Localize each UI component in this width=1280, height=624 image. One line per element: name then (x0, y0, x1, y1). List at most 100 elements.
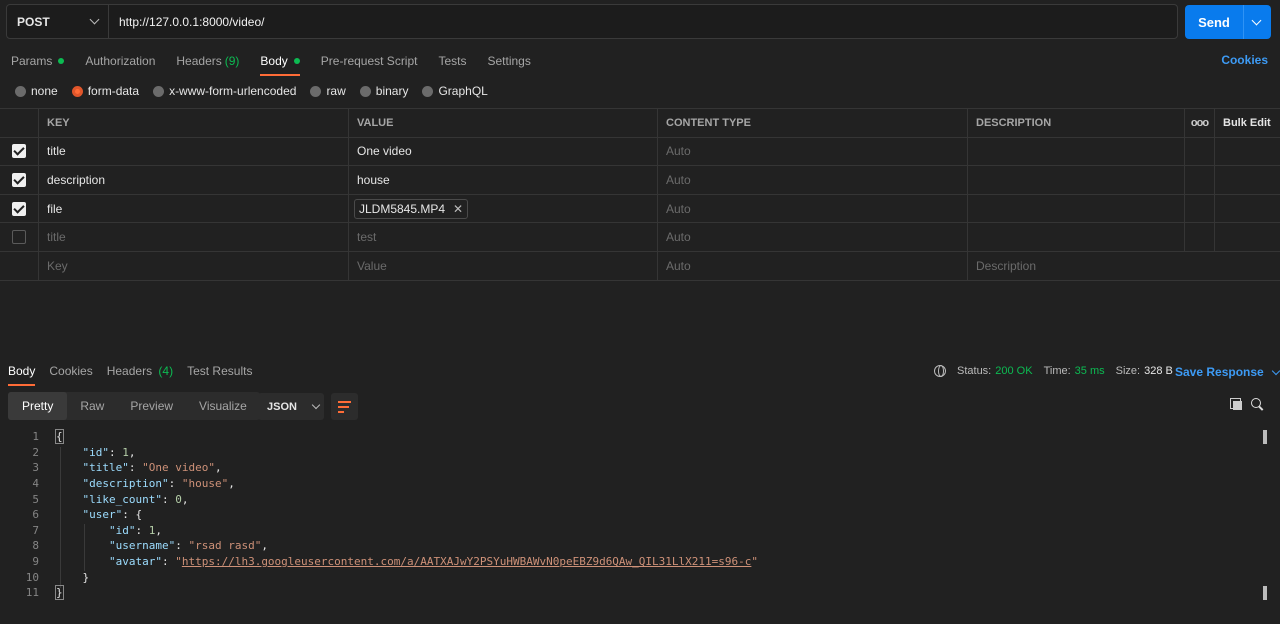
tab-params[interactable]: Params (11, 52, 65, 70)
value-placeholder[interactable]: Value (349, 251, 658, 280)
body-type-binary[interactable]: binary (359, 84, 408, 98)
response-body-code[interactable]: 1{ 2 "id": 1, 3 "title": "One video", 4 … (0, 429, 1260, 601)
body-type-form-data[interactable]: form-data (71, 84, 139, 98)
more-options-icon[interactable]: ooo (1185, 109, 1215, 137)
checkbox-unchecked-icon[interactable] (12, 230, 26, 245)
close-icon[interactable]: ✕ (453, 202, 463, 216)
scrollbar-thumb[interactable] (1263, 430, 1267, 444)
key-cell[interactable]: title (39, 223, 349, 251)
view-pretty[interactable]: Pretty (8, 392, 68, 420)
body-type-raw[interactable]: raw (310, 84, 346, 98)
table-header-row: KEY VALUE CONTENT TYPE DESCRIPTION ooo B… (0, 109, 1280, 138)
body-type-options: none form-data x-www-form-urlencoded raw… (15, 84, 502, 98)
time-value[interactable]: 35 ms (1075, 365, 1105, 377)
code-line: 8 "username": "rsad rasd", (0, 538, 1260, 554)
code-line: 7 "id": 1, (0, 523, 1260, 539)
copy-icon[interactable] (1230, 398, 1243, 411)
chevron-down-icon (1271, 366, 1280, 375)
tab-pre-request-script[interactable]: Pre-request Script (321, 52, 418, 70)
view-raw[interactable]: Raw (67, 392, 117, 420)
key-cell[interactable]: description (39, 166, 349, 194)
content-type-cell[interactable]: Auto (658, 223, 968, 251)
row-spacer (1185, 166, 1215, 194)
line-number: 5 (32, 492, 39, 506)
cookies-link[interactable]: Cookies (1221, 53, 1268, 67)
description-cell[interactable] (968, 137, 1185, 166)
value-cell[interactable]: JLDM5845.MP4 ✕ (349, 194, 658, 223)
description-cell[interactable] (968, 166, 1185, 194)
content-type-cell[interactable]: Auto (658, 137, 968, 166)
body-type-none[interactable]: none (15, 84, 58, 98)
size-label: Size: (1115, 365, 1141, 377)
row-check-cell (0, 194, 39, 223)
wrap-lines-icon[interactable] (331, 393, 358, 420)
resp-tab-test-results[interactable]: Test Results (187, 364, 252, 380)
search-icon[interactable] (1251, 398, 1265, 412)
description-cell[interactable] (968, 194, 1185, 223)
globe-icon[interactable] (934, 365, 946, 377)
url-input[interactable]: http://127.0.0.1:8000/video/ (109, 5, 1177, 38)
resp-tab-headers[interactable]: Headers (4) (107, 364, 173, 380)
view-visualize[interactable]: Visualize (186, 392, 260, 420)
tab-settings[interactable]: Settings (488, 52, 531, 70)
row-spacer (1215, 195, 1280, 223)
json-title: "One video" (142, 461, 215, 475)
line-number: 9 (32, 555, 39, 569)
tab-tests[interactable]: Tests (438, 52, 466, 70)
tab-label: Settings (487, 54, 531, 68)
table-row: description house Auto (0, 166, 1280, 195)
tab-authorization[interactable]: Authorization (85, 52, 155, 70)
body-type-graphql[interactable]: GraphQL (422, 84, 488, 98)
value-cell[interactable]: test (349, 223, 658, 251)
scrollbar-thumb[interactable] (1263, 586, 1267, 600)
header-content-type: CONTENT TYPE (658, 109, 968, 137)
checkbox-checked-icon[interactable] (12, 172, 26, 187)
description-cell[interactable] (968, 223, 1185, 251)
file-chip[interactable]: JLDM5845.MP4 ✕ (354, 198, 469, 219)
size-value[interactable]: 328 B (1144, 365, 1173, 377)
header-check-cell (0, 109, 39, 137)
table-row: file JLDM5845.MP4 ✕ Auto (0, 194, 1280, 224)
chevron-down-icon[interactable] (1251, 15, 1262, 25)
json-id: 1 (122, 445, 129, 459)
bulk-edit-button[interactable]: Bulk Edit (1215, 109, 1280, 137)
header-value: VALUE (349, 109, 658, 137)
status-value[interactable]: 200 OK (995, 365, 1032, 377)
checkbox-checked-icon[interactable] (12, 201, 26, 216)
tab-label: Body (260, 54, 288, 68)
key-placeholder[interactable]: Key (39, 251, 349, 280)
tab-headers[interactable]: Headers (9) (176, 52, 239, 70)
value-cell[interactable]: house (349, 166, 658, 194)
tab-body[interactable]: Body (260, 52, 301, 76)
content-type-placeholder[interactable]: Auto (658, 251, 968, 280)
row-spacer (1185, 223, 1215, 251)
description-placeholder[interactable]: Description (968, 252, 1280, 280)
form-data-table: KEY VALUE CONTENT TYPE DESCRIPTION ooo B… (0, 108, 1280, 281)
table-row: title One video Auto (0, 137, 1280, 167)
resp-tab-body[interactable]: Body (8, 364, 36, 386)
content-type-cell[interactable]: Auto (658, 194, 968, 223)
row-spacer (1215, 223, 1280, 251)
save-response-label: Save Response (1175, 365, 1264, 379)
key-cell[interactable]: file (39, 194, 349, 223)
save-response-button[interactable]: Save Response (1175, 365, 1280, 379)
resp-tab-cookies[interactable]: Cookies (49, 364, 92, 380)
json-avatar-link[interactable]: https://lh3.googleusercontent.com/a/AATX… (182, 555, 752, 568)
line-number: 11 (25, 586, 39, 600)
request-tabs: Params Authorization Headers (9) Body Pre… (11, 52, 552, 76)
body-type-urlencoded[interactable]: x-www-form-urlencoded (153, 84, 296, 98)
row-spacer (1215, 166, 1280, 194)
line-number: 7 (32, 523, 39, 537)
table-row: title test Auto (0, 223, 1280, 252)
value-cell[interactable]: One video (349, 137, 658, 166)
checkbox-checked-icon[interactable] (12, 144, 26, 159)
response-status: Status: 200 OK Time: 35 ms Size: 328 B (934, 365, 1184, 377)
format-select[interactable]: JSON (258, 393, 324, 420)
row-spacer (1185, 194, 1215, 223)
content-type-cell[interactable]: Auto (658, 166, 968, 194)
key-cell[interactable]: title (39, 137, 349, 166)
send-button[interactable]: Send (1185, 5, 1271, 39)
method-select[interactable]: POST (7, 5, 109, 38)
view-preview[interactable]: Preview (117, 392, 186, 420)
row-check-cell (0, 251, 39, 280)
